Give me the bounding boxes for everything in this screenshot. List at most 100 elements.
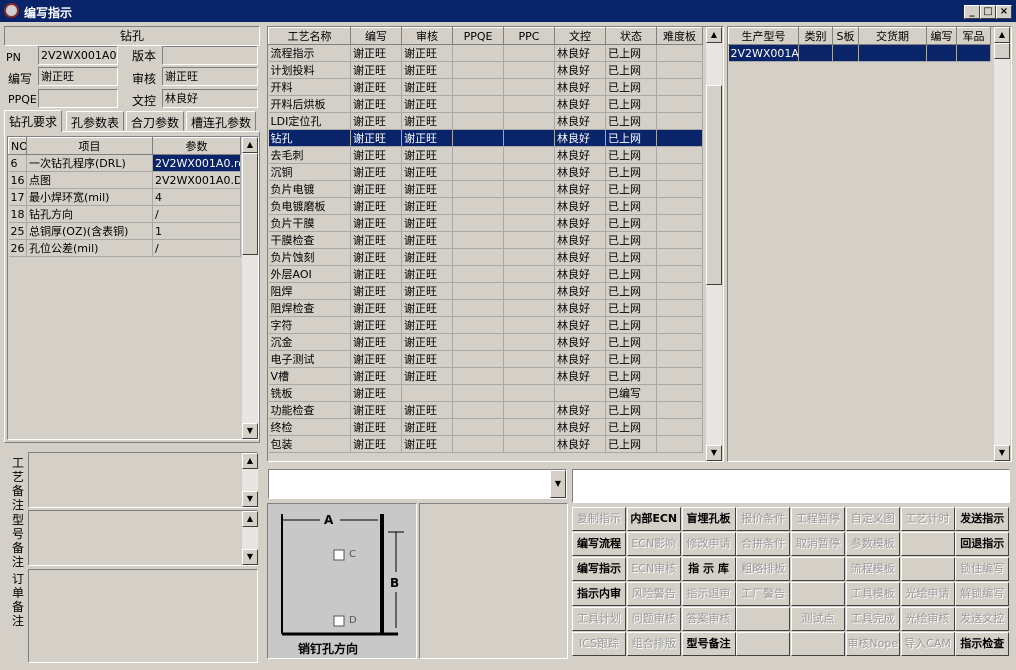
- action-button[interactable]: 工具计划: [572, 607, 626, 631]
- action-button[interactable]: 解锁编写: [955, 582, 1010, 606]
- scroll-up-icon[interactable]: ▲: [706, 27, 722, 43]
- col-header[interactable]: 审核: [401, 27, 453, 45]
- action-button[interactable]: 流程模板: [845, 557, 900, 581]
- process-row[interactable]: 功能检查 谢正旺 谢正旺 林良好 已上网: [268, 401, 703, 419]
- maximize-button[interactable]: □: [980, 5, 996, 19]
- process-row[interactable]: 负片干膜 谢正旺 谢正旺 林良好 已上网: [268, 214, 703, 232]
- action-button[interactable]: [900, 557, 955, 581]
- process-row[interactable]: 字符 谢正旺 谢正旺 林良好 已上网: [268, 316, 703, 334]
- col-header[interactable]: 生产型号: [728, 27, 799, 45]
- process-note-field[interactable]: ▲ ▼: [28, 452, 258, 508]
- action-button[interactable]: 导入CAM: [900, 632, 955, 656]
- action-button[interactable]: 指示退审: [681, 582, 736, 606]
- action-button[interactable]: 自定义图: [845, 507, 900, 531]
- col-header[interactable]: 文控: [554, 27, 606, 45]
- col-header[interactable]: 类别: [798, 27, 833, 45]
- col-header[interactable]: PPC: [503, 27, 555, 45]
- product-row[interactable]: 2V2WX001A0: [728, 44, 991, 62]
- col-header[interactable]: 交货期: [858, 27, 927, 45]
- scroll-thumb[interactable]: [242, 153, 258, 255]
- action-button[interactable]: 工厂警告: [736, 582, 791, 606]
- action-button[interactable]: 工程暂停: [791, 507, 845, 531]
- col-header[interactable]: 难度板: [656, 27, 703, 45]
- action-button[interactable]: 问题审核: [626, 607, 681, 631]
- action-button[interactable]: 工具模板: [845, 582, 900, 606]
- process-row[interactable]: 去毛刺 谢正旺 谢正旺 林良好 已上网: [268, 146, 703, 164]
- col-header[interactable]: S板: [832, 27, 859, 45]
- tab-slot-params[interactable]: 槽连孔参数: [186, 111, 257, 131]
- action-button[interactable]: 光绘申请: [900, 582, 955, 606]
- action-button[interactable]: 审核Nope: [845, 632, 900, 656]
- action-button[interactable]: 测试点: [791, 607, 845, 631]
- process-row[interactable]: 沉铜 谢正旺 谢正旺 林良好 已上网: [268, 163, 703, 181]
- col-header-param[interactable]: 参数: [152, 137, 241, 155]
- process-row[interactable]: 电子测试 谢正旺 谢正旺 林良好 已上网: [268, 350, 703, 368]
- chevron-down-icon[interactable]: ▼: [550, 470, 566, 498]
- scroll-thumb[interactable]: [706, 85, 722, 285]
- scroll-down-icon[interactable]: ▼: [706, 445, 722, 461]
- action-button[interactable]: 编写流程: [572, 532, 626, 556]
- review-field[interactable]: 谢正旺: [162, 67, 258, 86]
- model-note-field[interactable]: ▲ ▼: [28, 510, 258, 566]
- param-row[interactable]: 25 总铜厚(OZ)(含表铜) 1: [8, 222, 241, 240]
- param-row[interactable]: 18 钻孔方向 /: [8, 205, 241, 223]
- action-button[interactable]: 答案审核: [681, 607, 736, 631]
- action-button[interactable]: 复制指示: [572, 507, 626, 531]
- param-row[interactable]: 16 点图 2V2WX001A0.D: [8, 171, 241, 189]
- action-button[interactable]: 光绘审核: [900, 607, 955, 631]
- process-row[interactable]: 负片电镀 谢正旺 谢正旺 林良好 已上网: [268, 180, 703, 198]
- process-row[interactable]: LDI定位孔 谢正旺 谢正旺 林良好 已上网: [268, 112, 703, 130]
- pn-field[interactable]: 2V2WX001A0: [38, 46, 118, 65]
- scroll-down-icon[interactable]: ▼: [242, 423, 258, 439]
- process-row[interactable]: 钻孔 谢正旺 谢正旺 林良好 已上网: [268, 129, 703, 147]
- writer-field[interactable]: 谢正旺: [38, 67, 118, 86]
- process-row[interactable]: 负片蚀刻 谢正旺 谢正旺 林良好 已上网: [268, 248, 703, 266]
- action-button[interactable]: 修改申请: [681, 532, 736, 556]
- process-row[interactable]: 流程指示 谢正旺 谢正旺 林良好 已上网: [268, 44, 703, 62]
- scroll-up-icon[interactable]: ▲: [242, 137, 258, 153]
- action-button[interactable]: 锁住编写: [955, 557, 1010, 581]
- tab-drill-requirements[interactable]: 钻孔要求: [4, 110, 63, 132]
- action-button[interactable]: 报价条件: [736, 507, 791, 531]
- col-header[interactable]: 军品: [956, 27, 991, 45]
- tab-tool-params[interactable]: 合刀参数: [126, 111, 185, 131]
- action-button[interactable]: 指示内审: [572, 582, 626, 606]
- command-input[interactable]: [572, 469, 1010, 503]
- close-button[interactable]: ×: [996, 5, 1012, 19]
- process-row[interactable]: 负电镀磨板 谢正旺 谢正旺 林良好 已上网: [268, 197, 703, 215]
- process-row[interactable]: 计划投料 谢正旺 谢正旺 林良好 已上网: [268, 61, 703, 79]
- process-row[interactable]: 开料后烘板 谢正旺 谢正旺 林良好 已上网: [268, 95, 703, 113]
- action-button[interactable]: 粗略排板: [736, 557, 791, 581]
- action-button[interactable]: 工艺计时: [900, 507, 955, 531]
- action-button[interactable]: [900, 532, 955, 556]
- process-scrollbar[interactable]: ▲ ▼: [706, 27, 722, 461]
- process-row[interactable]: 沉金 谢正旺 谢正旺 林良好 已上网: [268, 333, 703, 351]
- action-button[interactable]: 发送文控: [955, 607, 1010, 631]
- doc-control-field[interactable]: 林良好: [162, 89, 258, 108]
- process-row[interactable]: 干膜检查 谢正旺 谢正旺 林良好 已上网: [268, 231, 703, 249]
- action-button[interactable]: 指示检查: [955, 632, 1010, 656]
- version-field[interactable]: [162, 46, 258, 65]
- process-row[interactable]: V槽 谢正旺 谢正旺 林良好 已上网: [268, 367, 703, 385]
- scroll-down-icon[interactable]: ▼: [994, 445, 1010, 461]
- action-button[interactable]: 取消暂停: [791, 532, 845, 556]
- process-row[interactable]: 开料 谢正旺 谢正旺 林良好 已上网: [268, 78, 703, 96]
- action-button[interactable]: 盲埋孔板: [681, 507, 736, 531]
- col-header[interactable]: 编写: [926, 27, 957, 45]
- action-button[interactable]: ICS跟踪: [572, 632, 626, 656]
- col-header[interactable]: PPQE: [452, 27, 504, 45]
- process-row[interactable]: 终检 谢正旺 谢正旺 林良好 已上网: [268, 418, 703, 436]
- checkbox-c-label[interactable]: C: [349, 549, 356, 560]
- action-button[interactable]: [736, 632, 791, 656]
- action-button[interactable]: 型号备注: [681, 632, 736, 656]
- scroll-thumb[interactable]: [994, 43, 1010, 59]
- action-button[interactable]: 内部ECN: [626, 507, 681, 531]
- tab-hole-params[interactable]: 孔参数表: [66, 111, 125, 131]
- action-button[interactable]: 编写指示: [572, 557, 626, 581]
- param-row[interactable]: 17 最小焊环宽(mil) 4: [8, 188, 241, 206]
- col-header-item[interactable]: 项目: [26, 137, 153, 155]
- col-header-no[interactable]: NO: [8, 137, 27, 155]
- action-button[interactable]: ECN审核: [626, 557, 681, 581]
- col-header[interactable]: 编写: [350, 27, 402, 45]
- process-row[interactable]: 阻焊检查 谢正旺 谢正旺 林良好 已上网: [268, 299, 703, 317]
